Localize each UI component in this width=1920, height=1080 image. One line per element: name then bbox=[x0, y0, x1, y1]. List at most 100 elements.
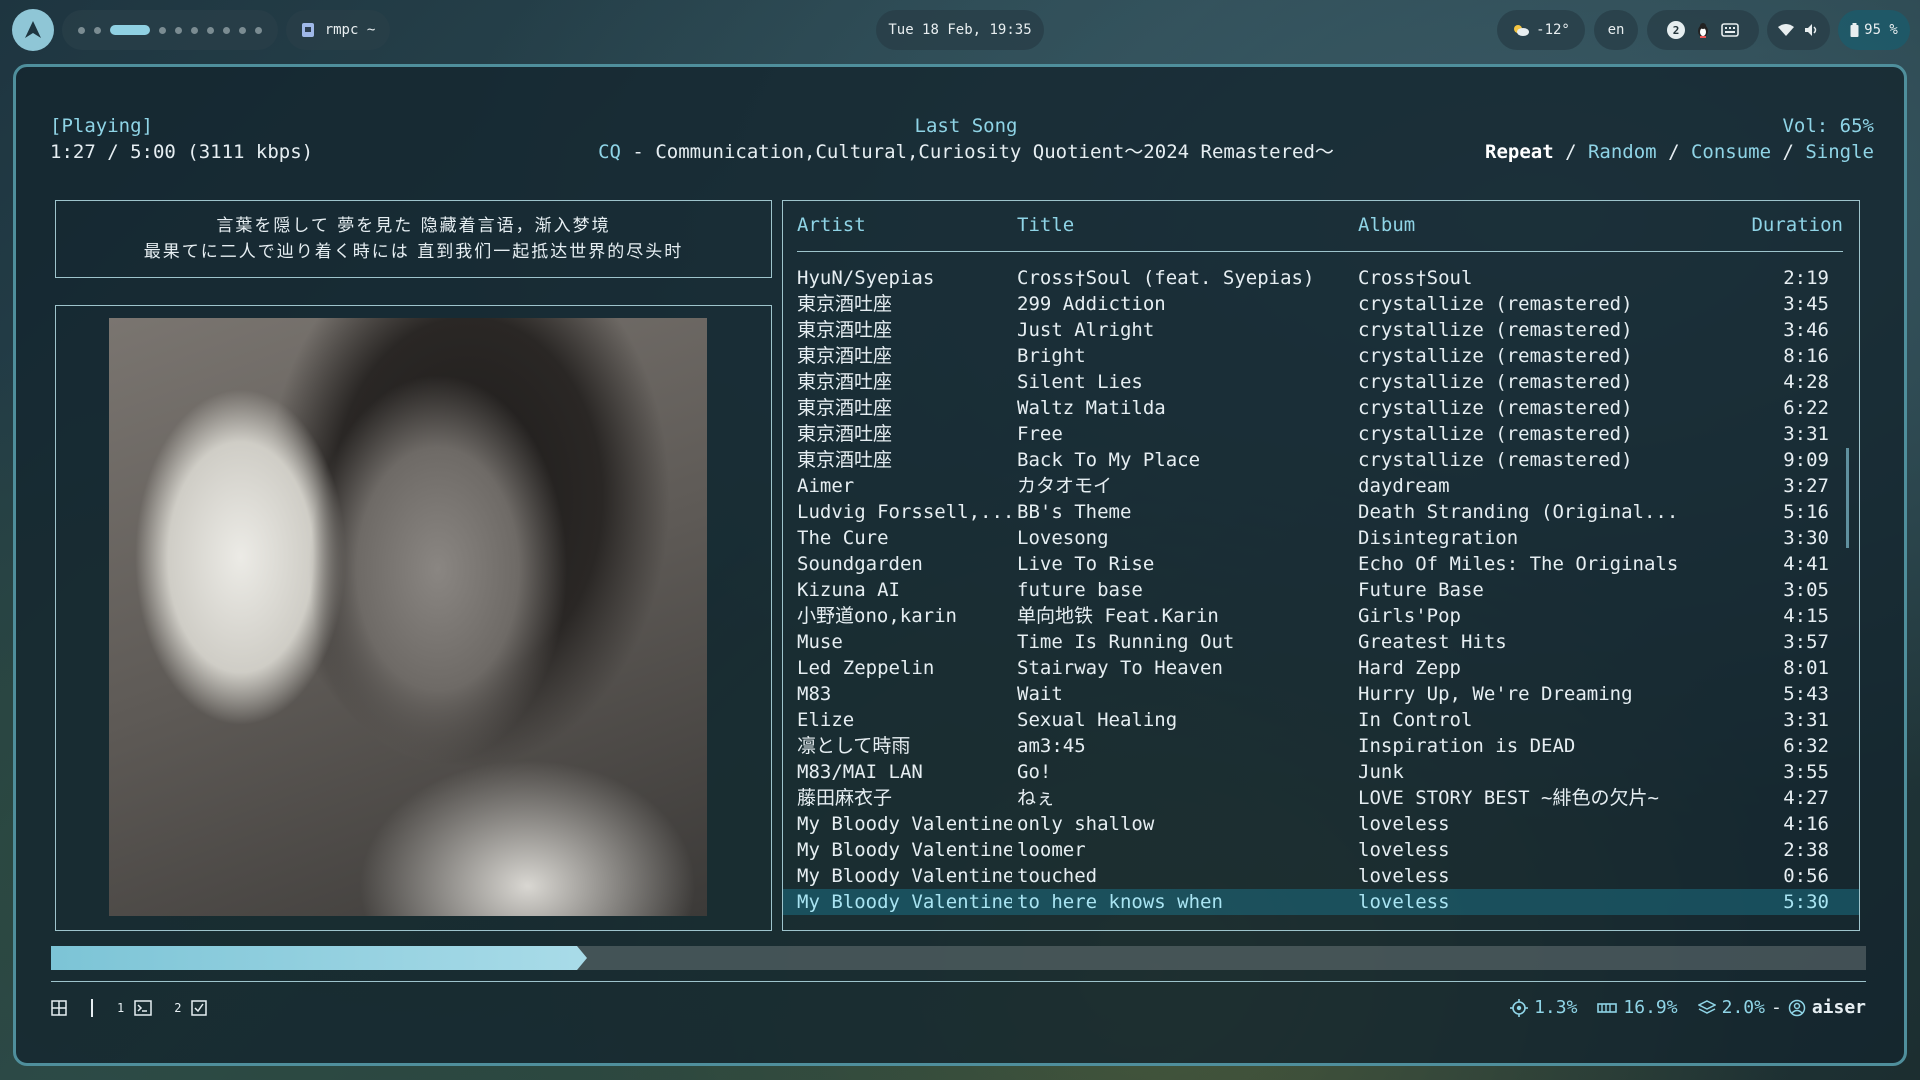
workspace-dot[interactable] bbox=[175, 26, 182, 34]
queue-row[interactable]: My Bloody Valentine loomer loveless 2:38 bbox=[783, 837, 1859, 863]
single-toggle[interactable]: Single bbox=[1805, 141, 1874, 163]
queue-row[interactable]: My Bloody Valentine touched loveless 0:56 bbox=[783, 863, 1859, 889]
queue-row[interactable]: Aimer カタオモイ daydream 3:27 bbox=[783, 473, 1859, 499]
queue-row[interactable]: Soundgarden Live To Rise Echo Of Miles: Th… bbox=[783, 551, 1859, 577]
terminal-icon[interactable] bbox=[134, 1000, 152, 1016]
workspace-dot[interactable] bbox=[191, 26, 198, 34]
keyboard-icon[interactable] bbox=[1721, 23, 1739, 37]
queue-cell-album: Hard Zepp bbox=[1358, 657, 1461, 679]
workspace-dot[interactable] bbox=[159, 26, 166, 34]
weather-widget[interactable]: -12° bbox=[1497, 10, 1585, 50]
queue-cell-duration: 0:56 bbox=[1783, 865, 1829, 887]
workspace-dot[interactable] bbox=[255, 26, 262, 34]
progress-bar[interactable] bbox=[51, 946, 1866, 970]
queue-row[interactable]: M83/MAI LAN Go! Junk 3:55 bbox=[783, 759, 1859, 785]
notification-count-badge[interactable]: 2 bbox=[1667, 21, 1685, 39]
tmux-windows: 1 2 bbox=[51, 995, 208, 1021]
user-icon bbox=[1788, 999, 1806, 1017]
queue-row[interactable]: HyuN/Syepias Cross†Soul (feat. Syepias) Cr… bbox=[783, 265, 1859, 291]
queue-cell-title: BB's Theme bbox=[1017, 501, 1132, 523]
consume-toggle[interactable]: Consume bbox=[1691, 141, 1771, 163]
workspace-dot[interactable] bbox=[78, 26, 85, 34]
queue-row[interactable]: 藤田麻衣子 ねぇ LOVE STORY BEST ~緋色の欠片~ 4:27 bbox=[783, 785, 1859, 811]
column-header-artist[interactable]: Artist bbox=[797, 214, 866, 236]
queue-row[interactable]: Ludvig Forssell,... BB's Theme Death Stran… bbox=[783, 499, 1859, 525]
queue-row[interactable]: 東京酒吐座 Just Alright crystallize (remastered… bbox=[783, 317, 1859, 343]
queue-cell-duration: 6:22 bbox=[1783, 397, 1829, 419]
workspace-active-indicator[interactable] bbox=[110, 25, 150, 35]
queue-row[interactable]: 小野道ono,karin 单向地铁 Feat.Karin Girls'Pop 4:15 bbox=[783, 603, 1859, 629]
battery-indicator[interactable]: 95 % bbox=[1838, 10, 1910, 50]
queue-cell-title: Stairway To Heaven bbox=[1017, 657, 1223, 679]
queue-cell-duration: 4:27 bbox=[1783, 787, 1829, 809]
window-number[interactable]: 1 bbox=[117, 995, 124, 1021]
progress-head[interactable] bbox=[577, 946, 587, 970]
memory-usage: 16.9% bbox=[1623, 997, 1678, 1018]
queue-row[interactable]: 東京酒吐座 Back To My Place crystallize (remast… bbox=[783, 447, 1859, 473]
cpu-usage: 1.3% bbox=[1534, 997, 1578, 1018]
queue-row[interactable]: Muse Time Is Running Out Greatest Hits 3:57 bbox=[783, 629, 1859, 655]
wifi-icon[interactable] bbox=[1777, 23, 1794, 37]
queue-row[interactable]: Led Zeppelin Stairway To Heaven Hard Zepp 8… bbox=[783, 655, 1859, 681]
queue-row[interactable]: My Bloody Valentine only shallow loveless 4… bbox=[783, 811, 1859, 837]
queue-cell-artist: Led Zeppelin bbox=[797, 657, 935, 679]
divider-bar-icon bbox=[91, 999, 93, 1017]
launcher-button[interactable] bbox=[12, 9, 54, 51]
queue-row[interactable]: The Cure Lovesong Disintegration 3:30 bbox=[783, 525, 1859, 551]
queue-cell-title: am3:45 bbox=[1017, 735, 1086, 757]
queue-cell-title: カタオモイ bbox=[1017, 475, 1113, 497]
progress-fill bbox=[51, 946, 577, 970]
penguin-tray-icon[interactable] bbox=[1697, 22, 1709, 38]
queue-scrollbar[interactable] bbox=[1846, 448, 1849, 548]
queue-cell-album: Junk bbox=[1358, 761, 1404, 783]
song-subtitle: CQ - Communication,Cultural,Curiosity Qu… bbox=[316, 139, 1616, 165]
clock[interactable]: Tue 18 Feb, 19:35 bbox=[876, 10, 1044, 50]
queue-cell-album: In Control bbox=[1358, 709, 1473, 731]
volume-level[interactable]: Vol: 65% bbox=[1485, 113, 1874, 139]
workspace-indicator[interactable] bbox=[62, 10, 278, 50]
workspace-dot[interactable] bbox=[239, 26, 246, 34]
queue-cell-artist: Muse bbox=[797, 631, 843, 653]
queue-row[interactable]: 東京酒吐座 Free crystallize (remastered) 3:31 bbox=[783, 421, 1859, 447]
layout-grid-icon[interactable] bbox=[51, 1000, 67, 1016]
song-title: Last Song bbox=[914, 115, 1018, 137]
queue-row[interactable]: 東京酒吐座 Bright crystallize (remastered) 8:16 bbox=[783, 343, 1859, 369]
workspace-dot[interactable] bbox=[223, 26, 230, 34]
queue-row[interactable]: 東京酒吐座 Waltz Matilda crystallize (remastere… bbox=[783, 395, 1859, 421]
mode-separator: / bbox=[1771, 141, 1806, 163]
system-tray: 2 bbox=[1647, 10, 1759, 50]
queue-panel[interactable]: Artist Title Album Duration HyuN/Syepias… bbox=[782, 200, 1860, 931]
queue-row[interactable]: 東京酒吐座 Silent Lies crystallize (remastered)… bbox=[783, 369, 1859, 395]
playback-state: [Playing] bbox=[50, 115, 153, 137]
queue-row[interactable]: M83 Wait Hurry Up, We're Dreaming 5:43 bbox=[783, 681, 1859, 707]
queue-header-divider bbox=[797, 251, 1843, 252]
column-header-title[interactable]: Title bbox=[1017, 214, 1074, 236]
queue-cell-title: touched bbox=[1017, 865, 1098, 887]
active-window[interactable]: rmpc ~ bbox=[286, 10, 390, 50]
queue-row-current[interactable]: My Bloody Valentine to here knows when lov… bbox=[783, 889, 1859, 915]
disk-usage: 2.0% bbox=[1721, 997, 1765, 1018]
checkbox-icon[interactable] bbox=[191, 1000, 208, 1016]
repeat-toggle[interactable]: Repeat bbox=[1485, 141, 1554, 163]
workspace-dot[interactable] bbox=[94, 26, 101, 34]
random-toggle[interactable]: Random bbox=[1588, 141, 1657, 163]
queue-cell-artist: 藤田麻衣子 bbox=[797, 787, 893, 809]
queue-cell-artist: My Bloody Valentine bbox=[797, 865, 1012, 887]
active-window-title: rmpc ~ bbox=[324, 22, 376, 38]
column-header-duration[interactable]: Duration bbox=[1751, 214, 1843, 236]
language-label: en bbox=[1607, 22, 1625, 38]
window-number[interactable]: 2 bbox=[174, 995, 181, 1021]
keyboard-language[interactable]: en bbox=[1594, 10, 1638, 50]
mode-toggles: Repeat / Random / Consume / Single bbox=[1485, 139, 1874, 165]
now-playing: Last Song CQ - Communication,Cultural,Cu… bbox=[316, 113, 1616, 165]
workspace-dot[interactable] bbox=[207, 26, 214, 34]
column-header-album[interactable]: Album bbox=[1358, 214, 1415, 236]
queue-row[interactable]: Elize Sexual Healing In Control 3:31 bbox=[783, 707, 1859, 733]
queue-row[interactable]: Kizuna AI future base Future Base 3:05 bbox=[783, 577, 1859, 603]
elapsed-time: 1:27 / 5:00 (3111 kbps) bbox=[50, 141, 314, 163]
volume-icon[interactable] bbox=[1804, 23, 1820, 37]
queue-cell-album: crystallize (remastered) bbox=[1358, 449, 1633, 471]
queue-cell-duration: 3:31 bbox=[1783, 709, 1829, 731]
queue-row[interactable]: 東京酒吐座 299 Addiction crystallize (remastere… bbox=[783, 291, 1859, 317]
queue-row[interactable]: 凛として時雨 am3:45 Inspiration is DEAD 6:32 bbox=[783, 733, 1859, 759]
